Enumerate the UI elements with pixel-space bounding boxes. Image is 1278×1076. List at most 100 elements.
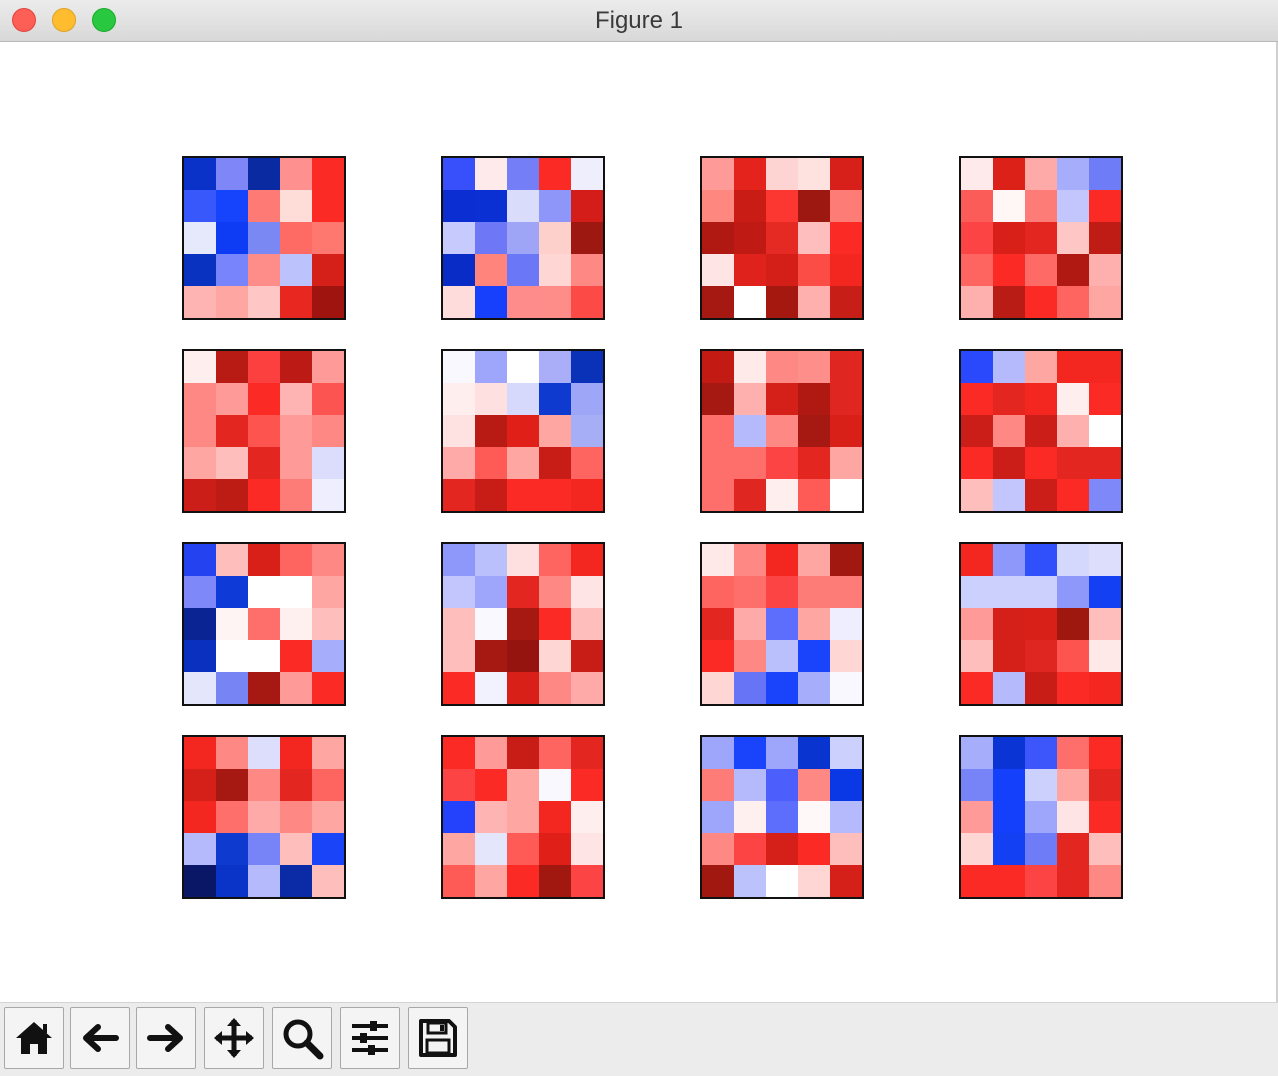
back-button[interactable] [70, 1007, 130, 1069]
heatmap-cell [734, 158, 766, 190]
heatmap-cell [830, 383, 862, 415]
heatmap-cell [993, 415, 1025, 447]
heatmap-cell [571, 383, 603, 415]
heatmap-cell [507, 158, 539, 190]
heatmap-cell [539, 769, 571, 801]
heatmap-cell [766, 479, 798, 511]
heatmap-cell [961, 158, 993, 190]
heatmap-cell [280, 640, 312, 672]
heatmap-cell [184, 286, 216, 318]
heatmap-cell [830, 447, 862, 479]
heatmap-cell [798, 544, 830, 576]
heatmap-cell [571, 447, 603, 479]
zoom-button[interactable] [272, 1007, 332, 1069]
heatmap-cell [993, 351, 1025, 383]
heatmap-cell [766, 447, 798, 479]
heatmap-cell [1025, 222, 1057, 254]
heatmap-cell [830, 769, 862, 801]
heatmap-cell [312, 576, 344, 608]
heatmap-cell [312, 286, 344, 318]
pan-button[interactable] [204, 1007, 264, 1069]
heatmap-cell [248, 190, 280, 222]
heatmap-cell [830, 608, 862, 640]
heatmap-cell [734, 801, 766, 833]
window-titlebar: Figure 1 [0, 0, 1278, 42]
heatmap-cell [312, 190, 344, 222]
heatmap-cell [702, 640, 734, 672]
heatmap-cell [507, 544, 539, 576]
heatmap-cell [734, 383, 766, 415]
heatmap-cell [571, 608, 603, 640]
heatmap-cell [766, 415, 798, 447]
heatmap-cell [1089, 640, 1121, 672]
heatmap-cell [280, 479, 312, 511]
heatmap-cell [830, 286, 862, 318]
heatmap-cell [475, 351, 507, 383]
heatmap-cell [766, 351, 798, 383]
heatmap-cell [702, 190, 734, 222]
heatmap-cell [798, 672, 830, 704]
heatmap-cell [571, 254, 603, 286]
heatmap-cell [961, 415, 993, 447]
heatmap-cell [571, 286, 603, 318]
heatmap-cell [475, 447, 507, 479]
heatmap-cell [539, 865, 571, 897]
heatmap-cell [539, 351, 571, 383]
heatmap-cell [539, 254, 571, 286]
heatmap-cell [734, 672, 766, 704]
heatmap-cell [961, 608, 993, 640]
home-icon [16, 1022, 52, 1054]
heatmap-cell [539, 415, 571, 447]
heatmap-cell [312, 222, 344, 254]
heatmap-cell [830, 672, 862, 704]
heatmap-cell [184, 351, 216, 383]
configure-subplots-button[interactable] [340, 1007, 400, 1069]
heatmap-cell [216, 576, 248, 608]
heatmap-cell [280, 286, 312, 318]
heatmap-cell [571, 222, 603, 254]
heatmap-cell [475, 286, 507, 318]
heatmap-cell [1025, 833, 1057, 865]
heatmap-cell [1089, 865, 1121, 897]
heatmap-cell [312, 672, 344, 704]
heatmap-cell [830, 479, 862, 511]
heatmap-cell [443, 479, 475, 511]
heatmap-cell [1089, 479, 1121, 511]
heatmap-cell [312, 833, 344, 865]
heatmap-cell [571, 415, 603, 447]
heatmap-cell [830, 254, 862, 286]
heatmap-cell [993, 383, 1025, 415]
save-button[interactable] [408, 1007, 468, 1069]
heatmap-cell [184, 672, 216, 704]
home-button[interactable] [4, 1007, 64, 1069]
heatmap-cell [443, 833, 475, 865]
heatmap-cell [571, 544, 603, 576]
heatmap-cell [248, 801, 280, 833]
heatmap-cell [734, 222, 766, 254]
heatmap-cell [798, 222, 830, 254]
heatmap-cell [475, 383, 507, 415]
heatmap-cell [475, 769, 507, 801]
forward-button[interactable] [136, 1007, 196, 1069]
heatmap-cell [1057, 158, 1089, 190]
heatmap-cell [993, 865, 1025, 897]
figure-canvas[interactable] [0, 42, 1278, 1002]
heatmap-cell [961, 351, 993, 383]
heatmap-cell [507, 865, 539, 897]
heatmap-cell [312, 737, 344, 769]
heatmap-cell [216, 865, 248, 897]
heatmap-cell [993, 769, 1025, 801]
heatmap-panel-3-2 [441, 542, 605, 706]
heatmap-cell [184, 640, 216, 672]
heatmap-cell [475, 190, 507, 222]
heatmap-cell [798, 415, 830, 447]
heatmap-cell [443, 769, 475, 801]
heatmap-cell [216, 447, 248, 479]
heatmap-cell [280, 544, 312, 576]
heatmap-cell [507, 833, 539, 865]
heatmap-cell [1089, 769, 1121, 801]
heatmap-cell [539, 544, 571, 576]
zoom-magnifier-icon [283, 1019, 324, 1060]
heatmap-cell [1089, 415, 1121, 447]
heatmap-cell [961, 447, 993, 479]
